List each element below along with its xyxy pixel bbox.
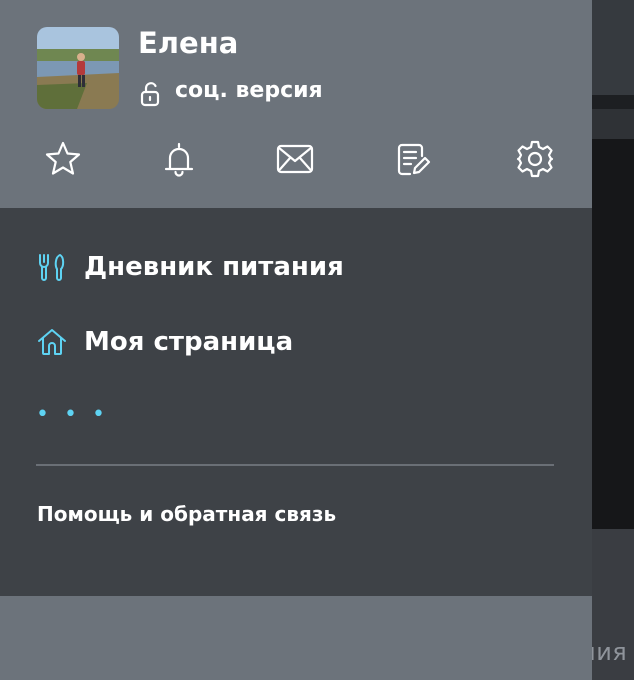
menu-divider <box>36 464 554 466</box>
gear-icon[interactable] <box>515 139 555 179</box>
bell-icon[interactable] <box>159 139 199 179</box>
avatar[interactable] <box>37 27 119 109</box>
background-content <box>592 139 634 529</box>
navigation-drawer: Елена соц. версия Дневник питания Моя ст… <box>0 0 592 680</box>
lock-open-icon <box>138 81 164 107</box>
user-name[interactable]: Елена <box>138 26 238 60</box>
background-divider <box>592 95 634 109</box>
version-label[interactable]: соц. версия <box>175 78 323 103</box>
menu-item-label: Моя страница <box>84 327 294 357</box>
more-menu-button[interactable]: • • • <box>36 402 109 427</box>
background-header <box>592 0 634 95</box>
fork-knife-icon <box>36 251 68 283</box>
notes-edit-icon[interactable] <box>393 139 433 179</box>
drawer-bottom-area <box>0 596 592 680</box>
background-bar <box>592 109 634 139</box>
avatar-image <box>37 27 119 109</box>
menu-item-my-page[interactable]: Моя страница <box>36 322 293 362</box>
menu-item-label: Дневник питания <box>84 252 344 282</box>
star-icon[interactable] <box>43 139 83 179</box>
mail-icon[interactable] <box>275 139 315 179</box>
help-feedback-link[interactable]: Помощь и обратная связь <box>37 502 336 526</box>
menu-item-food-diary[interactable]: Дневник питания <box>36 247 344 287</box>
home-icon <box>36 326 68 358</box>
